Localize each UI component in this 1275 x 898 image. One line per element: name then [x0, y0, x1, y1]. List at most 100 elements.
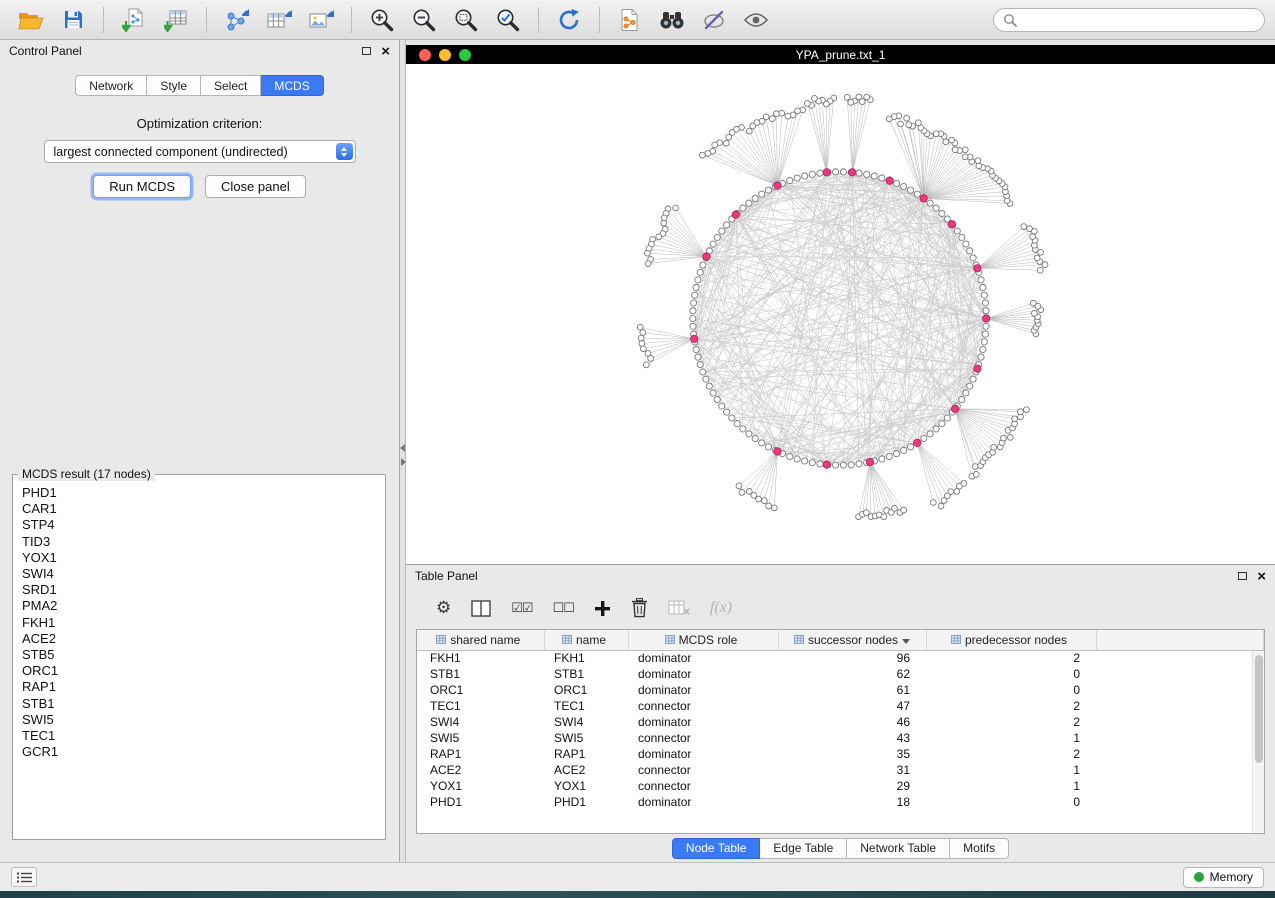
zoom-selected-button[interactable]	[487, 4, 529, 36]
status-menu-button[interactable]	[11, 867, 37, 887]
search-box[interactable]	[993, 8, 1265, 32]
mcds-result-item[interactable]: FKH1	[22, 615, 376, 631]
tab-network[interactable]: Network	[75, 75, 147, 96]
table-row[interactable]: PHD1PHD1dominator180	[417, 794, 1264, 810]
tab-style[interactable]: Style	[147, 75, 201, 96]
new-network-button[interactable]	[216, 4, 258, 36]
function-builder-button[interactable]: f(x)	[710, 599, 732, 617]
toolbar-divider	[538, 7, 539, 33]
binoculars-button[interactable]	[651, 4, 693, 36]
mcds-result-item[interactable]: PHD1	[22, 485, 376, 501]
column-grid-icon	[562, 635, 572, 644]
table-settings-button[interactable]: ⚙	[436, 598, 451, 618]
refresh-layout-icon	[556, 7, 582, 33]
control-panel-header: Control Panel ×	[0, 40, 399, 62]
mcds-result-item[interactable]: YOX1	[22, 550, 376, 566]
criterion-dropdown[interactable]: largest connected component (undirected)	[44, 140, 356, 163]
mcds-result-item[interactable]: CAR1	[22, 501, 376, 517]
zoom-fit-icon	[453, 7, 479, 33]
mcds-result-item[interactable]: STP4	[22, 517, 376, 533]
toolbar-divider	[351, 7, 352, 33]
table-row[interactable]: SWI5SWI5connector431	[417, 730, 1264, 746]
mcds-result-item[interactable]: RAP1	[22, 679, 376, 695]
slash-annotations-button[interactable]	[693, 4, 735, 36]
tab-motifs[interactable]: Motifs	[950, 838, 1009, 859]
toolbar-divider	[599, 7, 600, 33]
deselect-all-columns-button[interactable]: ☐☐	[553, 600, 574, 616]
save-session-button[interactable]	[52, 4, 94, 36]
table-row[interactable]: TEC1TEC1connector472	[417, 698, 1264, 714]
network-graph[interactable]	[406, 64, 1275, 564]
column-header-predecessor-nodes[interactable]: predecessor nodes	[926, 630, 1096, 650]
column-header-name[interactable]: name	[544, 630, 628, 650]
select-all-columns-button[interactable]: ☑☑	[511, 600, 532, 616]
close-panel-icon[interactable]: ×	[381, 44, 390, 59]
import-network-file-button[interactable]	[113, 4, 155, 36]
mcds-result-item[interactable]: TID3	[22, 534, 376, 550]
criterion-dropdown-value: largest connected component (undirected)	[54, 145, 288, 159]
mcds-result-item[interactable]: ORC1	[22, 663, 376, 679]
memory-button[interactable]: Memory	[1183, 867, 1264, 888]
new-table-button[interactable]	[258, 4, 300, 36]
table-scrollbar[interactable]	[1252, 651, 1264, 833]
share-document-button[interactable]	[609, 4, 651, 36]
table-row[interactable]: STB1STB1dominator620	[417, 666, 1264, 682]
network-area: YPA_prune.txt_1 Table Panel × ⚙	[406, 40, 1275, 862]
network-window-titlebar[interactable]: YPA_prune.txt_1	[406, 45, 1275, 64]
close-table-panel-icon[interactable]: ×	[1257, 569, 1266, 584]
column-header-MCDS-role[interactable]: MCDS role	[628, 630, 778, 650]
tab-network-table[interactable]: Network Table	[847, 838, 950, 859]
export-image-button[interactable]	[300, 4, 342, 36]
zoom-window-icon[interactable]	[459, 49, 471, 61]
float-table-panel-icon[interactable]	[1238, 572, 1247, 580]
checked-boxes-icon: ☑☑	[511, 600, 532, 616]
mcds-result-item[interactable]: STB1	[22, 696, 376, 712]
import-table-file-button[interactable]	[155, 4, 197, 36]
open-file-button[interactable]	[10, 4, 52, 36]
close-mcds-panel-button[interactable]: Close panel	[205, 175, 306, 198]
eye-button[interactable]	[735, 4, 777, 36]
mcds-result-item[interactable]: TEC1	[22, 728, 376, 744]
table-row[interactable]: YOX1YOX1connector291	[417, 778, 1264, 794]
refresh-layout-button[interactable]	[548, 4, 590, 36]
mcds-result-item[interactable]: GCR1	[22, 744, 376, 760]
tab-node-table[interactable]: Node Table	[672, 838, 761, 859]
float-panel-icon[interactable]	[362, 47, 371, 55]
table-scrollbar-thumb[interactable]	[1255, 655, 1263, 763]
run-mcds-button[interactable]: Run MCDS	[93, 175, 191, 198]
tab-select[interactable]: Select	[201, 75, 261, 96]
collapse-left-icon[interactable]	[400, 444, 405, 452]
table-row[interactable]: RAP1RAP1dominator352	[417, 746, 1264, 762]
table-panel: Table Panel × ⚙ ☑☑ ☐☐	[406, 565, 1275, 862]
minimize-window-icon[interactable]	[439, 49, 451, 61]
mcds-result-item[interactable]: SWI5	[22, 712, 376, 728]
mcds-result-item[interactable]: SWI4	[22, 566, 376, 582]
zoom-fit-button[interactable]	[445, 4, 487, 36]
tab-edge-table[interactable]: Edge Table	[760, 838, 847, 859]
search-icon	[1003, 13, 1017, 27]
tab-mcds[interactable]: MCDS	[261, 75, 323, 96]
table-row[interactable]: FKH1FKH1dominator962	[417, 650, 1264, 666]
delete-table-button[interactable]	[668, 600, 690, 616]
table-row[interactable]: SWI4SWI4dominator462	[417, 714, 1264, 730]
window-controls	[419, 45, 471, 64]
column-header-shared-name[interactable]: shared name	[417, 630, 544, 650]
zoom-out-button[interactable]	[403, 4, 445, 36]
mcds-result-item[interactable]: SRD1	[22, 582, 376, 598]
table-toolbar: ⚙ ☑☑ ☐☐ f(x)	[406, 587, 1275, 629]
show-columns-button[interactable]	[471, 600, 491, 617]
add-row-button[interactable]	[594, 600, 611, 617]
mcds-result-item[interactable]: PMA2	[22, 598, 376, 614]
zoom-in-button[interactable]	[361, 4, 403, 36]
table-row[interactable]: ORC1ORC1dominator610	[417, 682, 1264, 698]
mcds-result-item[interactable]: STB5	[22, 647, 376, 663]
node-table: shared namenameMCDS rolesuccessor nodesp…	[417, 630, 1264, 810]
close-window-icon[interactable]	[419, 49, 431, 61]
mcds-result-item[interactable]: ACE2	[22, 631, 376, 647]
delete-rows-button[interactable]	[631, 598, 648, 618]
eye-icon	[743, 11, 769, 29]
network-view[interactable]	[406, 64, 1275, 565]
search-input[interactable]	[1023, 13, 1255, 27]
column-header-successor-nodes[interactable]: successor nodes	[778, 630, 926, 650]
table-row[interactable]: ACE2ACE2connector311	[417, 762, 1264, 778]
